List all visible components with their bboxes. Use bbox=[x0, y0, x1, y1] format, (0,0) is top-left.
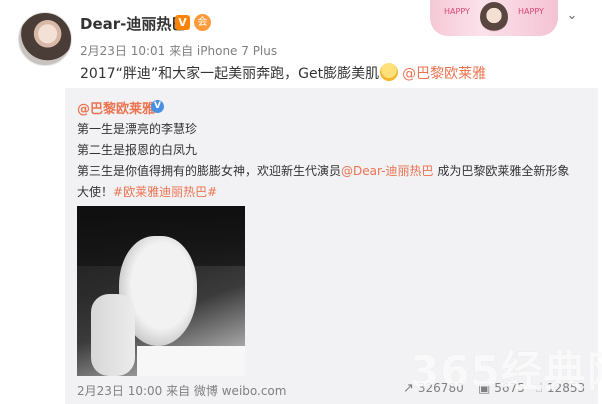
member-badge-icon[interactable]: 会 bbox=[194, 14, 211, 31]
decoration-card: HAPPY HAPPY bbox=[430, 0, 558, 36]
post-meta: 2月23日 10:01 来自 iPhone 7 Plus bbox=[80, 44, 278, 58]
repost-meta: 2月23日 10:00 来自 微博 weibo.com bbox=[77, 384, 287, 398]
vip-badge-icon[interactable]: V bbox=[175, 15, 190, 30]
deco-label: HAPPY bbox=[518, 7, 544, 16]
repost-line-text: 第三生是你值得拥有的膨膨女神，欢迎新生代演员 bbox=[77, 164, 342, 178]
deco-label: HAPPY bbox=[444, 7, 470, 16]
hashtag-link[interactable]: #欧莱雅迪丽热巴# bbox=[113, 185, 217, 199]
smile-emoji-icon bbox=[380, 63, 399, 81]
chevron-down-icon[interactable]: ⌄ bbox=[564, 8, 580, 23]
repost-line: 大使！#欧莱雅迪丽热巴# bbox=[77, 183, 217, 200]
deco-portrait-icon bbox=[480, 2, 508, 32]
mention-link[interactable]: @Dear-迪丽热巴 bbox=[341, 164, 433, 178]
repost-line-text: 大使！ bbox=[77, 185, 114, 199]
repost-author-link[interactable]: @巴黎欧莱雅 bbox=[77, 98, 155, 117]
weibo-post: Dear-迪丽热巴 V 会 2月23日 10:01 来自 iPhone 7 Pl… bbox=[0, 0, 602, 404]
author-avatar[interactable] bbox=[18, 12, 72, 66]
photo-shirt bbox=[137, 346, 245, 376]
repost-line-text: 成为巴黎欧莱雅全新形象 bbox=[433, 164, 570, 178]
author-name[interactable]: Dear-迪丽热巴 bbox=[80, 13, 186, 34]
post-text-body: 2017“胖迪”和大家一起美丽奔跑，Get膨膨美肌 bbox=[80, 66, 380, 82]
post-photo[interactable] bbox=[77, 206, 245, 376]
repost-line: 第三生是你值得拥有的膨膨女神，欢迎新生代演员@Dear-迪丽热巴 成为巴黎欧莱雅… bbox=[77, 162, 569, 179]
post-text: 2017“胖迪”和大家一起美丽奔跑，Get膨膨美肌 @巴黎欧莱雅 bbox=[80, 63, 486, 84]
photo-hand bbox=[91, 294, 135, 376]
site-watermark: 365经典网 bbox=[410, 347, 602, 396]
repost-line: 第二生是报恩的白凤九 bbox=[77, 143, 198, 157]
mention-link[interactable]: @巴黎欧莱雅 bbox=[402, 66, 486, 82]
verified-v-icon: V bbox=[151, 100, 164, 113]
repost-line: 第一生是漂亮的李慧珍 bbox=[77, 122, 198, 136]
